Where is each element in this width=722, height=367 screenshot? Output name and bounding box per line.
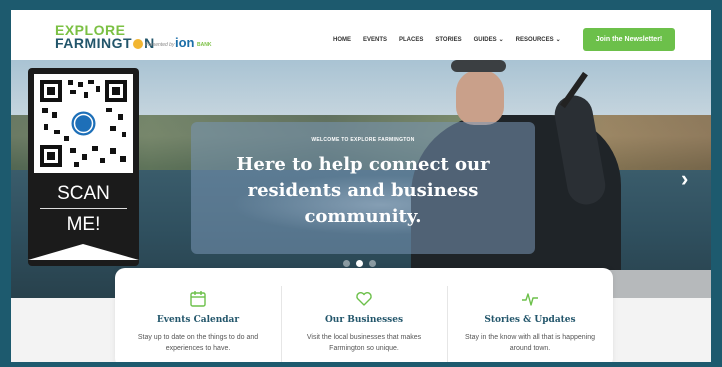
next-slide-arrow-icon[interactable]: ›	[681, 168, 688, 190]
kayaker-head	[456, 70, 504, 125]
pulse-icon	[522, 293, 538, 306]
site-header: EXPLORE FARMINGT N Presented by ion BANK …	[11, 10, 711, 60]
nav-guides-label: GUIDES	[473, 37, 497, 43]
presented-by: Presented by	[145, 42, 175, 48]
nav-stories[interactable]: STORIES	[435, 36, 461, 44]
hero-welcome: WELCOME TO EXPLORE FARMINGTON	[311, 137, 415, 143]
card-events-calendar[interactable]: Events Calendar Stay up to date on the t…	[115, 268, 281, 362]
sponsor-logo: ion	[175, 35, 195, 50]
main-nav: HOME EVENTS PLACES STORIES GUIDES ⌄ RESOU…	[333, 36, 573, 44]
chevron-down-icon: ⌄	[498, 37, 504, 43]
join-newsletter-button[interactable]: Join the Newsletter!	[583, 28, 675, 51]
qr-code-graphic	[40, 80, 127, 167]
website: EXPLORE FARMINGT N Presented by ion BANK …	[11, 10, 711, 362]
card-title: Events Calendar	[156, 315, 240, 325]
chevron-down-icon: ⌄	[555, 37, 561, 43]
hero-caption: WELCOME TO EXPLORE FARMINGTON Here to he…	[191, 122, 535, 254]
feature-cards: Events Calendar Stay up to date on the t…	[115, 268, 613, 362]
slider-dots	[343, 260, 376, 267]
qr-pointer	[28, 244, 139, 260]
card-our-businesses[interactable]: Our Businesses Visit the local businesse…	[281, 268, 447, 362]
qr-code-panel: SCAN ME!	[28, 68, 139, 266]
card-title: Our Businesses	[324, 315, 404, 325]
nav-guides[interactable]: GUIDES ⌄	[474, 36, 504, 44]
card-stories-updates[interactable]: Stories & Updates Stay in the know with …	[447, 268, 613, 362]
nav-resources-label: RESOURCES	[515, 37, 554, 43]
kayaker-hat	[451, 60, 506, 72]
card-description: Stay up to date on the things to do and …	[137, 334, 259, 352]
page-frame: EXPLORE FARMINGT N Presented by ion BANK …	[0, 0, 722, 367]
heart-icon	[356, 292, 372, 306]
qr-me-label: ME!	[66, 214, 101, 235]
qr-scan-label: SCAN	[57, 183, 110, 204]
nav-events[interactable]: EVENTS	[363, 36, 387, 44]
qr-divider	[40, 208, 127, 209]
nav-resources[interactable]: RESOURCES ⌄	[516, 36, 561, 44]
slider-dot[interactable]	[369, 260, 376, 267]
sun-icon	[133, 39, 144, 49]
slider-dot-active[interactable]	[356, 260, 363, 267]
card-description: Stay in the know with all that is happen…	[465, 334, 595, 352]
nav-home[interactable]: HOME	[333, 36, 351, 44]
card-title: Stories & Updates	[484, 315, 576, 325]
logo-line2: FARMINGT N	[55, 36, 155, 50]
sponsor-suffix: BANK	[197, 42, 212, 48]
calendar-icon	[190, 291, 206, 307]
logo-line2-a: FARMINGT	[55, 35, 133, 51]
qr-code[interactable]	[34, 74, 133, 173]
card-description: Visit the local businesses that makes Fa…	[306, 334, 422, 352]
nav-places[interactable]: PLACES	[399, 36, 423, 44]
hero-headline: Here to help connect our residents and b…	[236, 154, 490, 227]
explore-farmington-logo[interactable]: EXPLORE FARMINGT N Presented by ion BANK	[55, 23, 245, 53]
slider-dot[interactable]	[343, 260, 350, 267]
